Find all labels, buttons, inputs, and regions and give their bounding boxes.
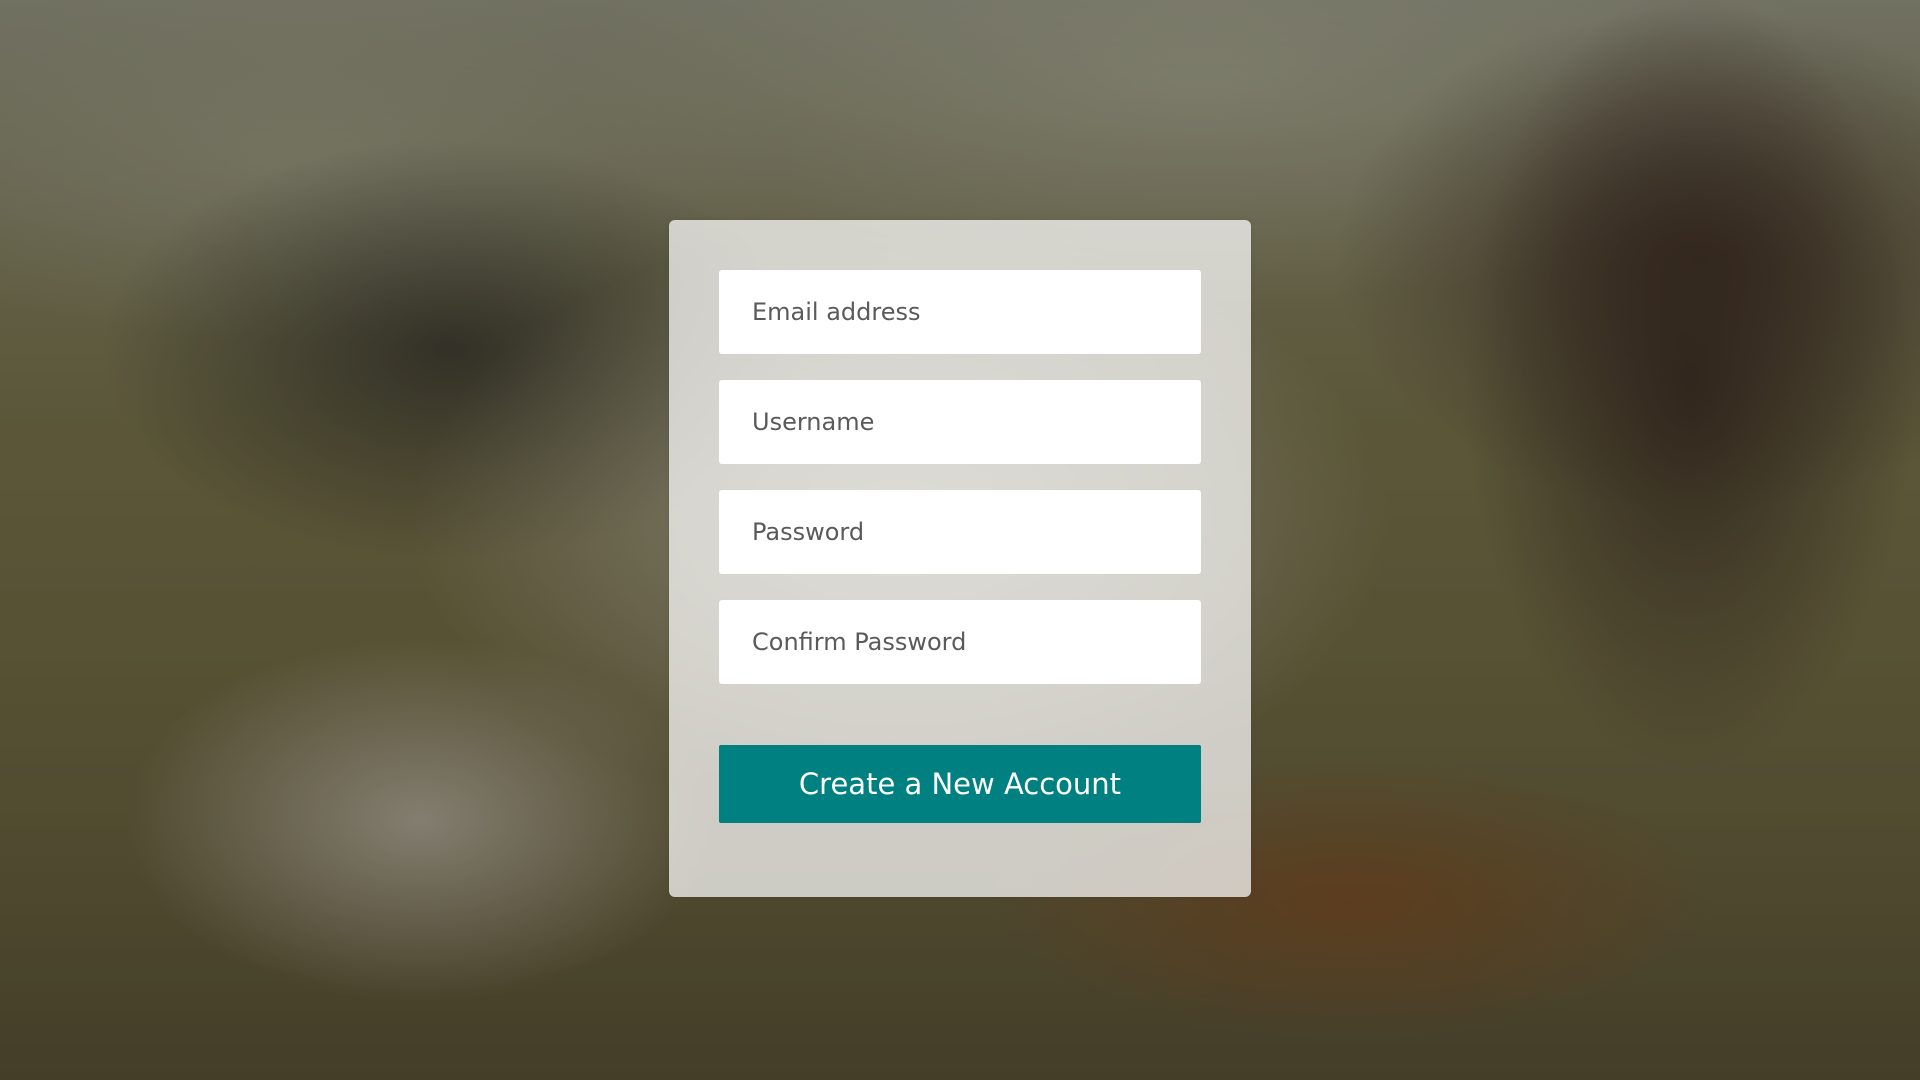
signup-card: Create a New Account	[669, 220, 1251, 897]
create-account-button[interactable]: Create a New Account	[719, 745, 1201, 823]
background-photo: Create a New Account	[0, 0, 1920, 1080]
confirm-password-field[interactable]	[719, 600, 1201, 684]
password-field[interactable]	[719, 490, 1201, 574]
email-field[interactable]	[719, 270, 1201, 354]
username-field[interactable]	[719, 380, 1201, 464]
